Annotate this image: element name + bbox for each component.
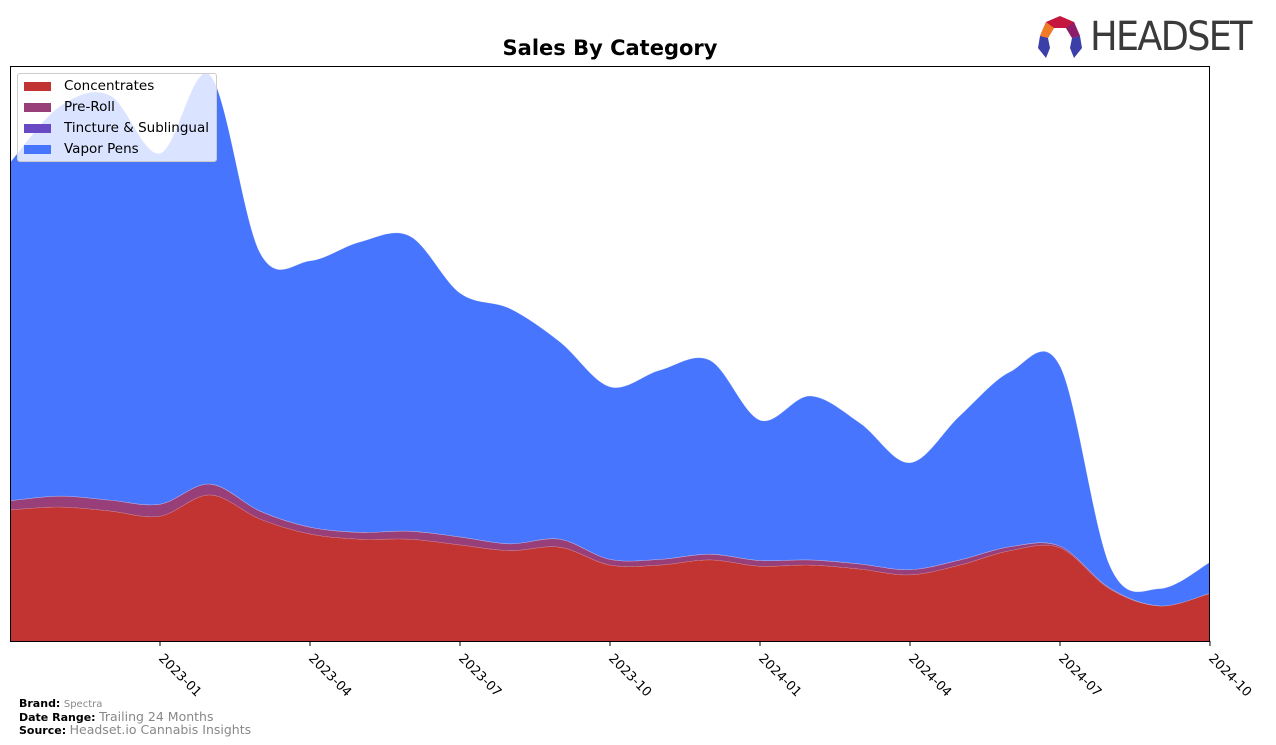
source-value: Headset.io Cannabis Insights [69,722,252,737]
legend-item-vapor-pens: Vapor Pens [24,140,139,158]
x-tick-label: 2023-10 [605,651,654,700]
x-tick-label: 2024-07 [1055,651,1104,700]
logo-text: HEADSET [1090,14,1252,60]
x-tick-label: 2023-01 [155,651,204,700]
x-tick-label: 2024-10 [1205,651,1254,700]
legend-label: Concentrates [64,78,155,94]
legend-swatch-concentrates [24,81,51,91]
x-tick-label: 2023-04 [305,651,354,700]
legend-item-tincture: Tincture & Sublingual [24,119,209,137]
headset-logo-icon [1038,16,1082,58]
legend-swatch-tincture [24,123,51,133]
legend-swatch-pre-roll [24,102,51,112]
legend-label: Vapor Pens [64,141,139,157]
chart-footer: Brand: Spectra Date Range: Trailing 24 M… [19,698,251,737]
x-axis: 2023-01 2023-04 2023-07 2023-10 2024-01 2024-… [155,641,1254,700]
legend-item-pre-roll: Pre-Roll [24,98,115,116]
legend-label: Pre-Roll [64,99,115,115]
legend-label: Tincture & Sublingual [64,120,209,136]
source-label: Source: [19,724,67,737]
x-tick-label: 2024-04 [905,651,954,700]
legend: Concentrates Pre-Roll Tincture & Subling… [17,73,217,162]
footer-source: Source: Headset.io Cannabis Insights [19,722,252,737]
legend-swatch-vapor-pens [24,144,51,154]
x-tick-label: 2023-07 [455,651,504,700]
legend-item-concentrates: Concentrates [24,77,154,95]
headset-logo: HEADSET [1036,14,1265,60]
brand-value: Spectra [63,699,103,710]
x-tick-label: 2024-01 [755,651,804,700]
brand-label: Brand: [19,697,61,710]
